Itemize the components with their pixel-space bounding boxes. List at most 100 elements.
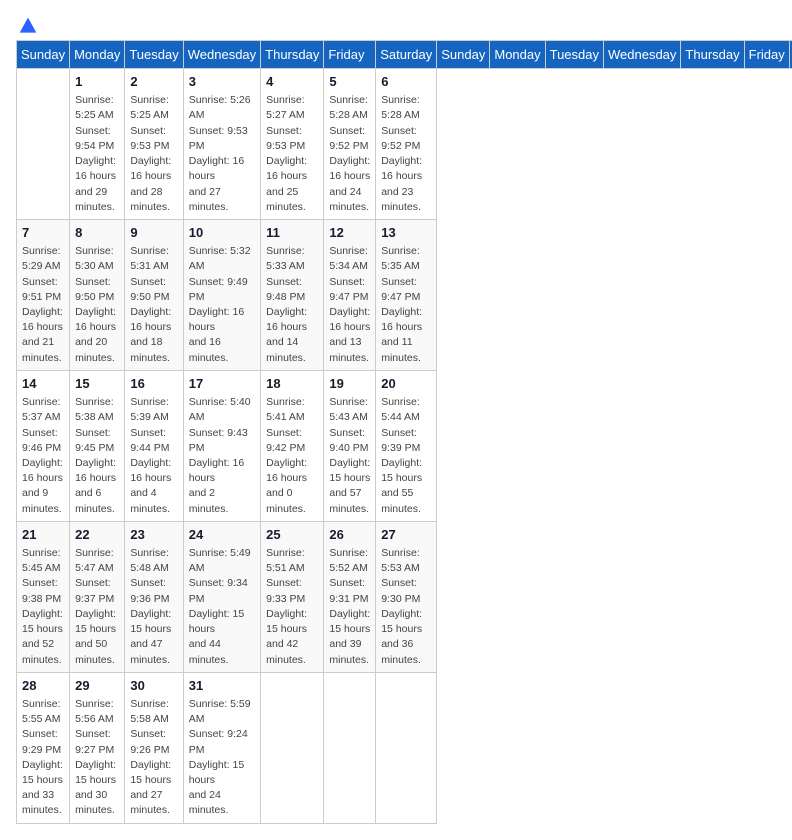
calendar-cell: 14 Sunrise: 5:37 AM Sunset: 9:46 PM Dayli… bbox=[17, 370, 70, 521]
calendar-cell: 21 Sunrise: 5:45 AM Sunset: 9:38 PM Dayli… bbox=[17, 521, 70, 672]
week-row-5: 28Sunrise: 5:55 AM Sunset: 9:29 PM Dayli… bbox=[17, 672, 792, 823]
calendar-cell: 20 Sunrise: 5:44 AM Sunset: 9:39 PM Dayli… bbox=[376, 370, 437, 521]
day-number: 25 bbox=[266, 526, 318, 544]
calendar-cell: 12 Sunrise: 5:34 AM Sunset: 9:47 PM Dayli… bbox=[324, 219, 376, 370]
calendar-cell: 7 Sunrise: 5:29 AM Sunset: 9:51 PM Daylig… bbox=[17, 219, 70, 370]
day-info: Sunrise: 5:33 AM Sunset: 9:48 PM Dayligh… bbox=[266, 244, 318, 366]
calendar-cell: 3Sunrise: 5:26 AM Sunset: 9:53 PM Daylig… bbox=[183, 69, 260, 220]
day-info: Sunrise: 5:49 AM Sunset: 9:34 PM Dayligh… bbox=[189, 546, 255, 668]
col-header-sunday: Sunday bbox=[437, 41, 490, 69]
day-info: Sunrise: 5:37 AM Sunset: 9:46 PM Dayligh… bbox=[22, 395, 64, 517]
day-number: 31 bbox=[189, 677, 255, 695]
day-info: Sunrise: 5:58 AM Sunset: 9:26 PM Dayligh… bbox=[130, 697, 177, 819]
day-number: 27 bbox=[381, 526, 431, 544]
week-row-4: 21 Sunrise: 5:45 AM Sunset: 9:38 PM Dayli… bbox=[17, 521, 792, 672]
calendar-cell: 18Sunrise: 5:41 AM Sunset: 9:42 PM Dayli… bbox=[261, 370, 324, 521]
calendar-cell: 5Sunrise: 5:28 AM Sunset: 9:52 PM Daylig… bbox=[324, 69, 376, 220]
day-number: 16 bbox=[130, 375, 177, 393]
calendar-cell: 9 Sunrise: 5:31 AM Sunset: 9:50 PM Daylig… bbox=[125, 219, 183, 370]
col-header-tuesday: Tuesday bbox=[125, 41, 183, 69]
day-info: Sunrise: 5:56 AM Sunset: 9:27 PM Dayligh… bbox=[75, 697, 119, 819]
col-header-sunday: Sunday bbox=[17, 41, 70, 69]
day-info: Sunrise: 5:25 AM Sunset: 9:54 PM Dayligh… bbox=[75, 93, 119, 215]
calendar-cell bbox=[261, 672, 324, 823]
col-header-thursday: Thursday bbox=[261, 41, 324, 69]
day-number: 2 bbox=[130, 73, 177, 91]
day-info: Sunrise: 5:32 AM Sunset: 9:49 PM Dayligh… bbox=[189, 244, 255, 366]
calendar-cell: 2 Sunrise: 5:25 AM Sunset: 9:53 PM Daylig… bbox=[125, 69, 183, 220]
day-info: Sunrise: 5:26 AM Sunset: 9:53 PM Dayligh… bbox=[189, 93, 255, 215]
day-number: 21 bbox=[22, 526, 64, 544]
calendar-cell: 1 Sunrise: 5:25 AM Sunset: 9:54 PM Daylig… bbox=[70, 69, 125, 220]
col-header-friday: Friday bbox=[744, 41, 789, 69]
col-header-tuesday: Tuesday bbox=[545, 41, 603, 69]
day-number: 17 bbox=[189, 375, 255, 393]
calendar-cell: 26Sunrise: 5:52 AM Sunset: 9:31 PM Dayli… bbox=[324, 521, 376, 672]
calendar-cell: 13 Sunrise: 5:35 AM Sunset: 9:47 PM Dayli… bbox=[376, 219, 437, 370]
day-number: 1 bbox=[75, 73, 119, 91]
day-number: 13 bbox=[381, 224, 431, 242]
calendar-cell: 27 Sunrise: 5:53 AM Sunset: 9:30 PM Dayli… bbox=[376, 521, 437, 672]
calendar-cell: 24Sunrise: 5:49 AM Sunset: 9:34 PM Dayli… bbox=[183, 521, 260, 672]
day-number: 14 bbox=[22, 375, 64, 393]
day-info: Sunrise: 5:38 AM Sunset: 9:45 PM Dayligh… bbox=[75, 395, 119, 517]
day-number: 26 bbox=[329, 526, 370, 544]
page-header bbox=[16, 16, 776, 32]
calendar-cell: 4 Sunrise: 5:27 AM Sunset: 9:53 PM Daylig… bbox=[261, 69, 324, 220]
calendar-cell: 28Sunrise: 5:55 AM Sunset: 9:29 PM Dayli… bbox=[17, 672, 70, 823]
calendar-cell: 30 Sunrise: 5:58 AM Sunset: 9:26 PM Dayli… bbox=[125, 672, 183, 823]
day-number: 29 bbox=[75, 677, 119, 695]
calendar-cell: 6 Sunrise: 5:28 AM Sunset: 9:52 PM Daylig… bbox=[376, 69, 437, 220]
day-number: 6 bbox=[381, 73, 431, 91]
day-info: Sunrise: 5:25 AM Sunset: 9:53 PM Dayligh… bbox=[130, 93, 177, 215]
day-info: Sunrise: 5:34 AM Sunset: 9:47 PM Dayligh… bbox=[329, 244, 370, 366]
day-number: 20 bbox=[381, 375, 431, 393]
col-header-wednesday: Wednesday bbox=[604, 41, 681, 69]
calendar-cell: 22Sunrise: 5:47 AM Sunset: 9:37 PM Dayli… bbox=[70, 521, 125, 672]
week-row-2: 7 Sunrise: 5:29 AM Sunset: 9:51 PM Daylig… bbox=[17, 219, 792, 370]
calendar-header-row: SundayMondayTuesdayWednesdayThursdayFrid… bbox=[17, 41, 792, 69]
calendar-cell: 25 Sunrise: 5:51 AM Sunset: 9:33 PM Dayli… bbox=[261, 521, 324, 672]
calendar-cell: 29 Sunrise: 5:56 AM Sunset: 9:27 PM Dayli… bbox=[70, 672, 125, 823]
calendar-cell: 23 Sunrise: 5:48 AM Sunset: 9:36 PM Dayli… bbox=[125, 521, 183, 672]
day-info: Sunrise: 5:30 AM Sunset: 9:50 PM Dayligh… bbox=[75, 244, 119, 366]
day-number: 30 bbox=[130, 677, 177, 695]
calendar-cell: 11Sunrise: 5:33 AM Sunset: 9:48 PM Dayli… bbox=[261, 219, 324, 370]
day-info: Sunrise: 5:27 AM Sunset: 9:53 PM Dayligh… bbox=[266, 93, 318, 215]
col-header-saturday: Saturday bbox=[376, 41, 437, 69]
day-info: Sunrise: 5:44 AM Sunset: 9:39 PM Dayligh… bbox=[381, 395, 431, 517]
day-number: 23 bbox=[130, 526, 177, 544]
day-info: Sunrise: 5:48 AM Sunset: 9:36 PM Dayligh… bbox=[130, 546, 177, 668]
day-info: Sunrise: 5:43 AM Sunset: 9:40 PM Dayligh… bbox=[329, 395, 370, 517]
day-number: 10 bbox=[189, 224, 255, 242]
day-number: 22 bbox=[75, 526, 119, 544]
calendar-cell: 17Sunrise: 5:40 AM Sunset: 9:43 PM Dayli… bbox=[183, 370, 260, 521]
calendar-table: SundayMondayTuesdayWednesdayThursdayFrid… bbox=[16, 40, 792, 824]
day-info: Sunrise: 5:29 AM Sunset: 9:51 PM Dayligh… bbox=[22, 244, 64, 366]
day-info: Sunrise: 5:41 AM Sunset: 9:42 PM Dayligh… bbox=[266, 395, 318, 517]
calendar-cell: 16Sunrise: 5:39 AM Sunset: 9:44 PM Dayli… bbox=[125, 370, 183, 521]
day-number: 9 bbox=[130, 224, 177, 242]
day-number: 8 bbox=[75, 224, 119, 242]
day-info: Sunrise: 5:31 AM Sunset: 9:50 PM Dayligh… bbox=[130, 244, 177, 366]
calendar-cell: 15Sunrise: 5:38 AM Sunset: 9:45 PM Dayli… bbox=[70, 370, 125, 521]
day-info: Sunrise: 5:53 AM Sunset: 9:30 PM Dayligh… bbox=[381, 546, 431, 668]
logo bbox=[16, 16, 38, 32]
day-number: 7 bbox=[22, 224, 64, 242]
calendar-cell bbox=[376, 672, 437, 823]
day-info: Sunrise: 5:28 AM Sunset: 9:52 PM Dayligh… bbox=[381, 93, 431, 215]
col-header-friday: Friday bbox=[324, 41, 376, 69]
week-row-3: 14 Sunrise: 5:37 AM Sunset: 9:46 PM Dayli… bbox=[17, 370, 792, 521]
day-number: 19 bbox=[329, 375, 370, 393]
day-number: 28 bbox=[22, 677, 64, 695]
day-number: 12 bbox=[329, 224, 370, 242]
day-info: Sunrise: 5:59 AM Sunset: 9:24 PM Dayligh… bbox=[189, 697, 255, 819]
calendar-cell bbox=[324, 672, 376, 823]
day-info: Sunrise: 5:51 AM Sunset: 9:33 PM Dayligh… bbox=[266, 546, 318, 668]
col-header-wednesday: Wednesday bbox=[183, 41, 260, 69]
day-info: Sunrise: 5:35 AM Sunset: 9:47 PM Dayligh… bbox=[381, 244, 431, 366]
day-number: 4 bbox=[266, 73, 318, 91]
day-info: Sunrise: 5:45 AM Sunset: 9:38 PM Dayligh… bbox=[22, 546, 64, 668]
calendar-cell: 10 Sunrise: 5:32 AM Sunset: 9:49 PM Dayli… bbox=[183, 219, 260, 370]
col-header-monday: Monday bbox=[490, 41, 545, 69]
